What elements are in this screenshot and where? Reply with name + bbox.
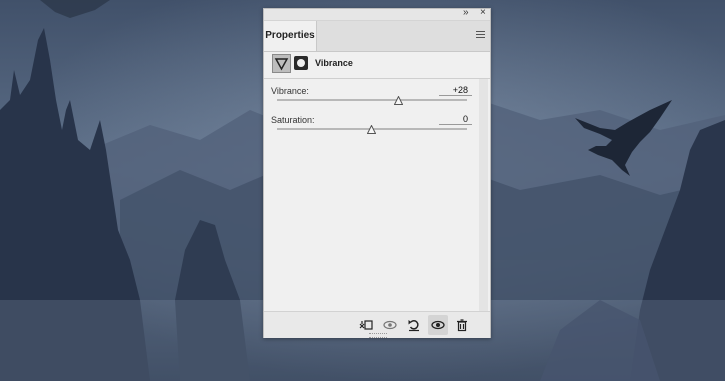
view-previous-state-icon[interactable] bbox=[380, 315, 400, 335]
saturation-slider-thumb[interactable] bbox=[367, 125, 376, 134]
trash-icon[interactable] bbox=[452, 315, 472, 335]
saturation-slider-track[interactable] bbox=[277, 125, 467, 134]
vibrance-label: Vibrance: bbox=[271, 86, 309, 96]
panel-resize-grip[interactable] bbox=[369, 333, 387, 338]
saturation-label: Saturation: bbox=[271, 115, 315, 125]
panel-titlebar[interactable]: » × bbox=[264, 7, 490, 21]
adjustment-title: Vibrance bbox=[315, 58, 353, 68]
properties-panel: » × Properties Vibrance Vibrance: +28 Sa… bbox=[263, 7, 491, 338]
vibrance-slider-thumb[interactable] bbox=[393, 96, 403, 105]
panel-tab-row: Properties bbox=[264, 21, 490, 52]
double-chevron-icon[interactable]: » bbox=[463, 7, 469, 19]
clip-to-layer-icon[interactable] bbox=[356, 315, 376, 335]
vibrance-slider-track[interactable] bbox=[277, 96, 467, 105]
adjustment-controls: Vibrance: +28 Saturation: 0 bbox=[264, 79, 478, 311]
tab-properties[interactable]: Properties bbox=[264, 21, 317, 51]
saturation-value-field[interactable]: 0 bbox=[439, 114, 472, 125]
visibility-eye-icon[interactable] bbox=[428, 315, 448, 335]
vibrance-value-field[interactable]: +28 bbox=[439, 85, 472, 96]
vibrance-triangle-icon[interactable] bbox=[272, 54, 291, 73]
close-icon[interactable]: × bbox=[480, 7, 486, 19]
layer-mask-icon[interactable] bbox=[294, 56, 308, 70]
panel-scrollbar[interactable] bbox=[479, 79, 488, 311]
reset-adjustments-icon[interactable] bbox=[404, 315, 424, 335]
hamburger-menu-icon[interactable] bbox=[476, 31, 485, 38]
adjustment-header: Vibrance bbox=[264, 52, 490, 79]
